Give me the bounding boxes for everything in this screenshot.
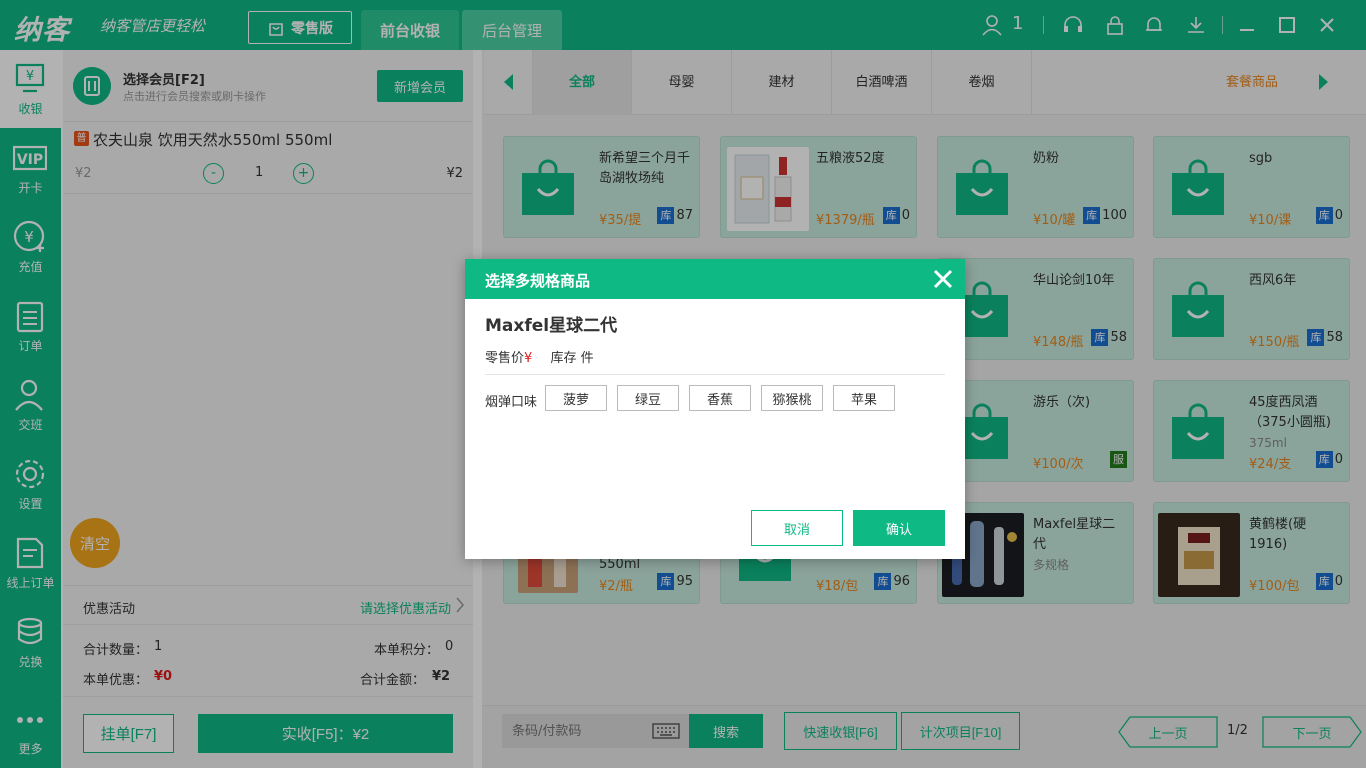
close-icon[interactable] xyxy=(929,265,957,293)
cancel-button[interactable]: 取消 xyxy=(751,510,843,546)
option-kiwi[interactable]: 猕猴桃 xyxy=(761,385,823,411)
option-apple[interactable]: 苹果 xyxy=(833,385,895,411)
dialog-header: 选择多规格商品 xyxy=(465,259,965,299)
dialog-price-row: 零售价¥ 库存 件 xyxy=(485,347,594,366)
divider xyxy=(485,374,945,375)
retail-price-symbol: ¥ xyxy=(524,351,533,366)
attribute-label: 烟弹口味 xyxy=(485,395,538,410)
retail-price-label: 零售价 xyxy=(485,351,525,366)
dialog-title: 选择多规格商品 xyxy=(485,272,591,290)
pos-app: 纳客 纳客管店更轻松 零售版 前台收银 后台管理 1 ¥ 收银 VIP 开卡 ¥ xyxy=(0,0,1366,768)
stock-label: 库存 件 xyxy=(550,351,594,366)
option-banana[interactable]: 香蕉 xyxy=(689,385,751,411)
option-mung-bean[interactable]: 绿豆 xyxy=(617,385,679,411)
confirm-button[interactable]: 确认 xyxy=(853,510,945,546)
dialog-product-name: Maxfel星球二代 xyxy=(485,316,618,336)
multi-spec-dialog: 选择多规格商品 Maxfel星球二代 零售价¥ 库存 件 烟弹口味 菠萝 绿豆 … xyxy=(465,259,965,559)
option-pineapple[interactable]: 菠萝 xyxy=(545,385,607,411)
